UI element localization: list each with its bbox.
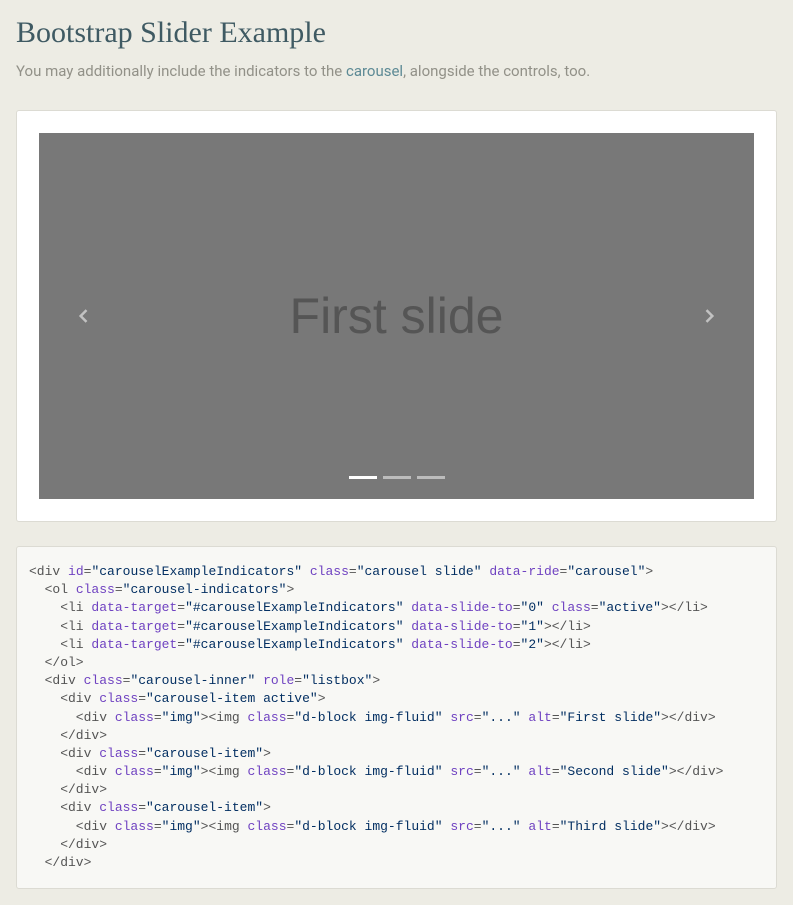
intro-text-before: You may additionally include the indicat… xyxy=(16,62,346,80)
carousel-indicator-2[interactable] xyxy=(417,476,445,479)
carousel-link[interactable]: carousel xyxy=(346,62,403,80)
intro-text-after: , alongside the controls, too. xyxy=(403,62,590,80)
carousel-indicator-0[interactable] xyxy=(349,476,377,479)
carousel-example-card: First slide xyxy=(16,110,777,522)
code-example: <div id="carouselExampleIndicators" clas… xyxy=(16,546,777,889)
carousel-next-button[interactable] xyxy=(664,133,754,499)
intro-paragraph: You may additionally include the indicat… xyxy=(16,62,777,80)
page-title: Bootstrap Slider Example xyxy=(16,16,777,50)
chevron-left-icon xyxy=(74,306,94,326)
chevron-right-icon xyxy=(699,306,719,326)
carousel-indicators xyxy=(39,476,754,479)
carousel-indicator-1[interactable] xyxy=(383,476,411,479)
carousel-prev-button[interactable] xyxy=(39,133,129,499)
carousel-slide-label: First slide xyxy=(290,287,504,345)
carousel: First slide xyxy=(39,133,754,499)
